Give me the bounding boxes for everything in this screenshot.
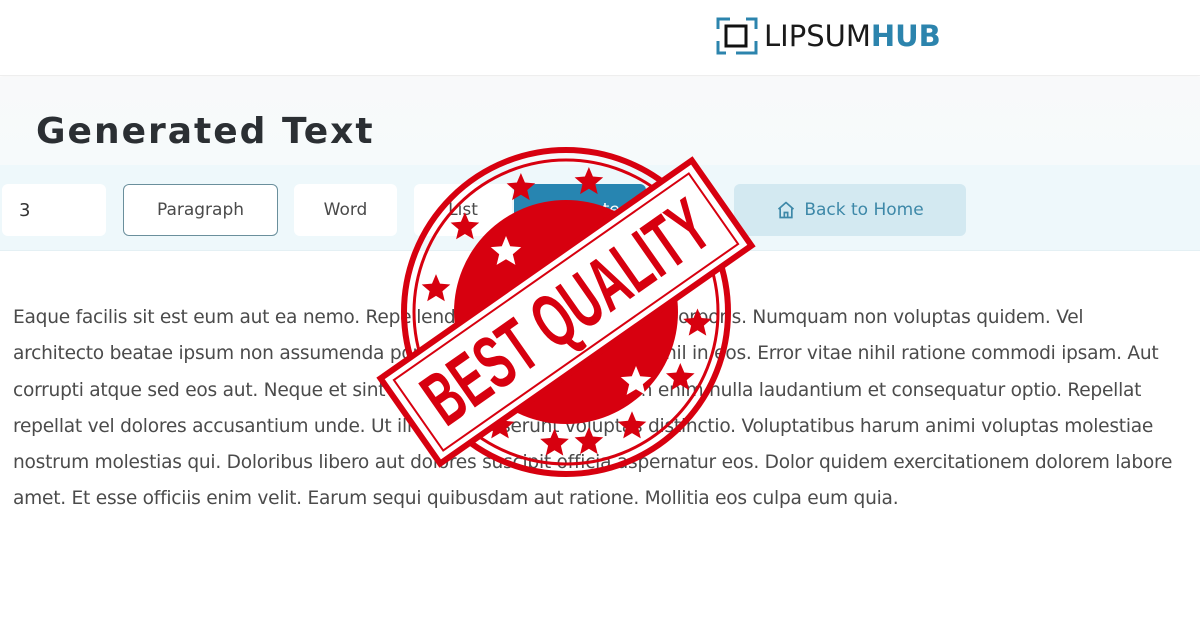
generate-button[interactable]: Generate (514, 184, 646, 236)
page-title: Generated Text (36, 111, 375, 152)
back-to-home-label: Back to Home (804, 200, 924, 220)
logo-squares-icon (716, 17, 758, 55)
generated-text-paragraph: Eaque facilis sit est eum aut ea nemo. R… (13, 307, 1173, 510)
count-input[interactable] (2, 184, 106, 236)
word-button[interactable]: Word (294, 184, 397, 236)
back-to-home-button[interactable]: Back to Home (734, 184, 966, 236)
house-icon (778, 201, 795, 219)
paragraph-button[interactable]: Paragraph (123, 184, 278, 236)
lipsumhub-logo[interactable]: LIPSUMHUB (716, 15, 941, 57)
logo-text: LIPSUMHUB (764, 15, 941, 57)
logo-text-lipsum: LIPSUM (764, 19, 871, 53)
star-icon (675, 251, 705, 279)
generate-button-label: Generate (540, 200, 620, 220)
star-icon (421, 274, 451, 302)
word-button-label: Word (323, 200, 368, 220)
list-button[interactable]: List (414, 184, 512, 236)
logo-text-hub: HUB (870, 19, 941, 53)
paragraph-button-label: Paragraph (156, 200, 245, 220)
top-header: LIPSUMHUB (0, 0, 1200, 76)
list-button-label: List (448, 200, 478, 220)
